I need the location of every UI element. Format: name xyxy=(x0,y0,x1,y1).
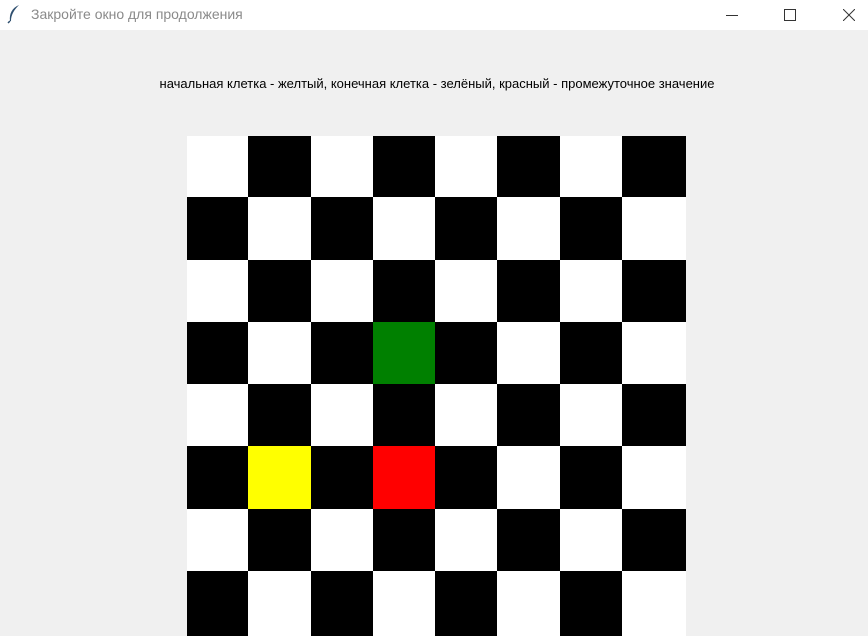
close-button[interactable] xyxy=(826,0,868,30)
board-cell[interactable] xyxy=(622,571,686,636)
minimize-button[interactable] xyxy=(709,0,755,30)
board-cell[interactable] xyxy=(248,260,311,322)
board-cell[interactable] xyxy=(248,384,311,446)
board-cell[interactable] xyxy=(497,384,560,446)
board-cell[interactable] xyxy=(248,509,311,571)
board-cell[interactable] xyxy=(311,322,373,384)
feather-icon xyxy=(7,5,19,24)
board-cell[interactable] xyxy=(187,384,248,446)
board-cell[interactable] xyxy=(560,136,622,197)
maximize-icon xyxy=(784,9,796,21)
board-cell[interactable] xyxy=(311,260,373,322)
board-cell[interactable] xyxy=(187,322,248,384)
title-bar[interactable]: Закройте окно для продолжения xyxy=(0,0,868,30)
board-cell[interactable] xyxy=(622,384,686,446)
minimize-icon xyxy=(726,15,738,16)
board-cell[interactable] xyxy=(622,136,686,197)
board-cell[interactable] xyxy=(435,446,497,509)
board-cell[interactable] xyxy=(497,509,560,571)
end-cell[interactable] xyxy=(373,322,435,384)
intermediate-cell[interactable] xyxy=(373,446,435,509)
board-cell[interactable] xyxy=(311,446,373,509)
board-cell[interactable] xyxy=(622,509,686,571)
board-cell[interactable] xyxy=(497,260,560,322)
board-cell[interactable] xyxy=(373,260,435,322)
board-cell[interactable] xyxy=(248,571,311,636)
board-cell[interactable] xyxy=(622,197,686,260)
chess-board xyxy=(187,136,686,636)
board-cell[interactable] xyxy=(435,322,497,384)
board-cell[interactable] xyxy=(187,136,248,197)
board-cell[interactable] xyxy=(497,136,560,197)
board-cell[interactable] xyxy=(435,509,497,571)
board-cell[interactable] xyxy=(187,509,248,571)
board-cell[interactable] xyxy=(435,197,497,260)
board-cell[interactable] xyxy=(560,322,622,384)
board-cell[interactable] xyxy=(497,446,560,509)
board-cell[interactable] xyxy=(435,571,497,636)
legend-caption: начальная клетка - желтый, конечная клет… xyxy=(159,76,715,91)
board-cell[interactable] xyxy=(373,197,435,260)
board-cell[interactable] xyxy=(248,136,311,197)
board-cell[interactable] xyxy=(373,509,435,571)
board-cell[interactable] xyxy=(373,136,435,197)
board-cell[interactable] xyxy=(373,384,435,446)
board-cell[interactable] xyxy=(435,136,497,197)
board-cell[interactable] xyxy=(311,509,373,571)
close-icon xyxy=(843,9,855,21)
board-cell[interactable] xyxy=(187,446,248,509)
board-cell[interactable] xyxy=(560,197,622,260)
board-cell[interactable] xyxy=(560,446,622,509)
board-cell[interactable] xyxy=(187,260,248,322)
board-cell[interactable] xyxy=(373,571,435,636)
board-cell[interactable] xyxy=(187,197,248,260)
board-cell[interactable] xyxy=(311,384,373,446)
board-cell[interactable] xyxy=(497,322,560,384)
board-cell[interactable] xyxy=(560,571,622,636)
start-cell[interactable] xyxy=(248,446,311,509)
board-cell[interactable] xyxy=(311,571,373,636)
board-cell[interactable] xyxy=(311,197,373,260)
board-cell[interactable] xyxy=(248,322,311,384)
board-cell[interactable] xyxy=(622,322,686,384)
board-cell[interactable] xyxy=(187,571,248,636)
board-cell[interactable] xyxy=(497,571,560,636)
window-title: Закройте окно для продолжения xyxy=(31,6,243,22)
board-cell[interactable] xyxy=(435,384,497,446)
board-cell[interactable] xyxy=(560,384,622,446)
board-cell[interactable] xyxy=(497,197,560,260)
board-cell[interactable] xyxy=(622,260,686,322)
board-cell[interactable] xyxy=(560,260,622,322)
board-cell[interactable] xyxy=(622,446,686,509)
board-cell[interactable] xyxy=(560,509,622,571)
board-cell[interactable] xyxy=(435,260,497,322)
board-cell[interactable] xyxy=(248,197,311,260)
maximize-button[interactable] xyxy=(767,0,813,30)
board-cell[interactable] xyxy=(311,136,373,197)
